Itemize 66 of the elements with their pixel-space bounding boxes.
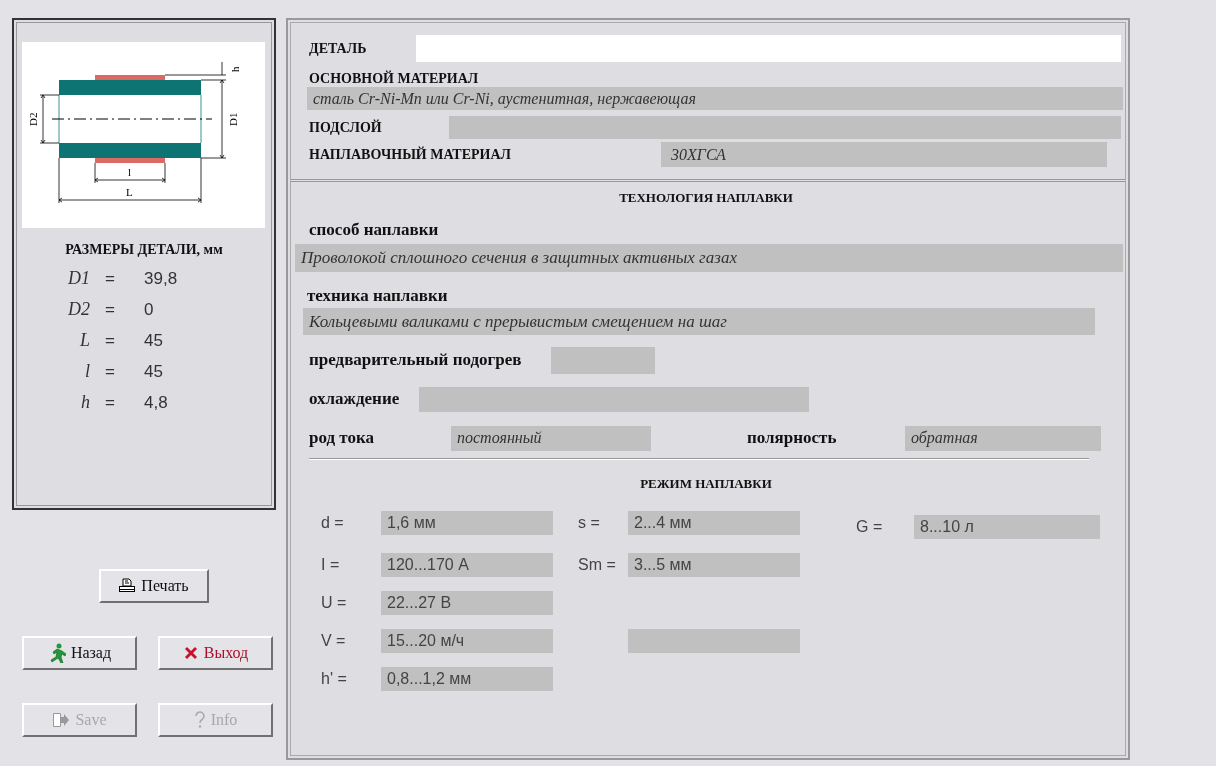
equals-sign: = — [104, 362, 116, 382]
dimension-label: l — [128, 166, 132, 178]
exit-button[interactable]: Выход — [158, 636, 273, 670]
section-title: РЕЖИМ НАПЛАВКИ — [639, 476, 773, 492]
dimension-label: D2 — [27, 112, 39, 126]
sublayer-field[interactable] — [449, 116, 1121, 139]
field-label: охлаждение — [309, 389, 400, 409]
parameter-label: U = — [321, 594, 348, 612]
dimension-symbol: D2 — [67, 299, 90, 320]
dimension-symbol: D1 — [67, 268, 90, 289]
field-label: ДЕТАЛЬ — [309, 40, 368, 57]
field-label: техника наплавки — [307, 286, 449, 306]
polarity-field[interactable]: обратная — [905, 425, 1101, 451]
parameter-label: s = — [578, 513, 601, 532]
section-title: ТЕХНОЛОГИЯ НАПЛАВКИ — [618, 190, 794, 206]
equals-sign: = — [104, 393, 116, 413]
dimension-value: 4,8 — [144, 393, 168, 413]
parameter-label: I = — [321, 556, 341, 574]
current-type-field[interactable]: постоянный — [451, 425, 651, 451]
parameter-field[interactable]: 3...5 мм — [628, 553, 800, 577]
field-label: предварительный подогрев — [309, 350, 522, 370]
question-mark-icon — [193, 711, 206, 729]
parameter-field[interactable]: 2...4 мм — [628, 510, 800, 535]
parameter-field[interactable]: 8...10 л — [914, 515, 1100, 539]
dimension-label: D1 — [227, 112, 239, 126]
parameter-label: h' = — [321, 670, 348, 688]
parameter-field[interactable]: 1,6 мм — [381, 510, 553, 535]
parameter-field[interactable]: 120...170 А — [381, 553, 553, 577]
field-label: ПОДСЛОЙ — [309, 119, 383, 136]
document-arrow-icon — [52, 712, 71, 728]
equals-sign: = — [104, 269, 116, 289]
equals-sign: = — [104, 300, 116, 320]
printer-icon — [118, 578, 137, 594]
parameter-label: d = — [321, 513, 345, 532]
dimension-value: 0 — [144, 300, 154, 320]
back-button[interactable]: Назад — [22, 636, 137, 670]
field-label: полярность — [747, 428, 838, 448]
parameter-label: G = — [856, 518, 884, 536]
detail-field[interactable] — [416, 35, 1121, 62]
dimension-value: 45 — [144, 331, 163, 351]
print-button[interactable]: Печать — [98, 569, 209, 603]
dimension-symbol: h — [80, 392, 90, 413]
dimension-value: 45 — [144, 362, 163, 382]
parameter-field[interactable]: 0,8...1,2 мм — [381, 667, 553, 691]
parameter-label: V = — [321, 632, 347, 650]
parameter-field[interactable] — [628, 629, 800, 653]
field-label: ОСНОВНОЙ МАТЕРИАЛ — [309, 71, 480, 87]
technique-field[interactable]: Кольцевыми валиками с прерывистым смещением на шаг — [303, 308, 1095, 335]
field-label: способ наплавки — [309, 220, 440, 240]
parameter-field[interactable]: 22...27 В — [381, 591, 553, 615]
field-label: род тока — [309, 428, 375, 448]
dimension-symbol: L — [79, 330, 90, 351]
dimension-label: h — [229, 66, 241, 72]
parameter-field[interactable]: 15...20 м/ч — [381, 629, 553, 653]
surfacing-material-field[interactable]: 30ХГСА — [661, 142, 1107, 167]
dimension-symbol: l — [84, 361, 90, 382]
dimension-value: 39,8 — [144, 269, 178, 289]
base-material-field[interactable]: сталь Cr-Ni-Mn или Cr-Ni, аустенитная, нержавеющая — [307, 87, 1123, 110]
dimension-label: L — [126, 186, 133, 198]
equals-sign: = — [104, 331, 116, 351]
field-label: НАПЛАВОЧНЫЙ МАТЕРИАЛ — [309, 146, 512, 163]
preheat-field[interactable] — [551, 346, 656, 374]
sizes-title: РАЗМЕРЫ ДЕТАЛИ, мм — [64, 242, 224, 258]
parameter-label: Sm = — [578, 556, 617, 574]
method-field[interactable]: Проволокой сплошного сечения в защитных активных газах — [295, 244, 1123, 272]
cooling-field[interactable] — [419, 386, 810, 412]
